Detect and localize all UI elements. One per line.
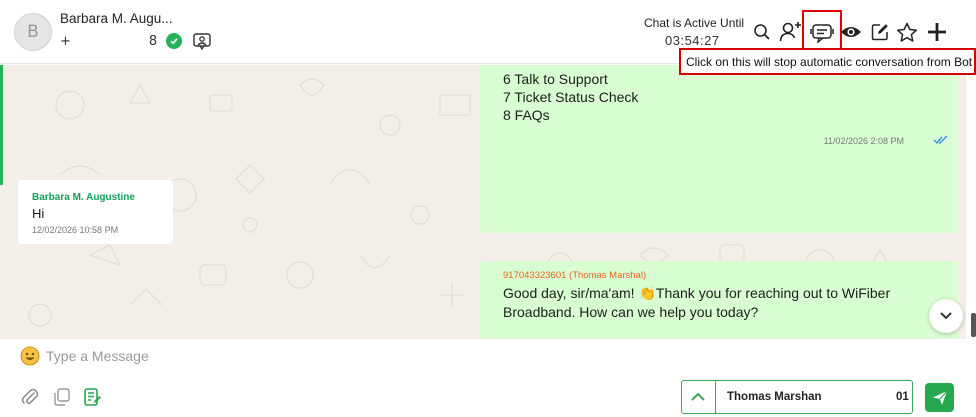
chat-window: B Barbara M. Augu... +8 Chat is Active U… [0,0,976,417]
stop-bot-tooltip: Click on this will stop automatic conver… [679,48,976,75]
chevron-down-icon [940,312,952,320]
contact-card-icon[interactable] [192,31,212,51]
bot-menu-message: 6 Talk to Support 7 Ticket Status Check … [480,65,958,233]
chevron-up-icon[interactable] [690,389,706,405]
session-timer: 03:54:27 [665,33,720,48]
attachment-icon[interactable] [20,387,40,407]
message-text: Good day, sir/ma'am! 👏Thank you for reac… [503,285,891,320]
message-input[interactable] [46,345,646,367]
eye-icon[interactable] [839,20,863,44]
message-timestamp: 11/02/2026 2:08 PM [823,136,904,146]
phone-prefix: + [60,34,71,49]
plus-icon[interactable] [925,20,949,44]
double-check-icon [933,135,948,145]
star-icon[interactable] [895,20,919,44]
verified-icon [166,33,182,49]
contact-phone: +8 [60,34,157,49]
edit-icon[interactable] [868,20,892,44]
send-button[interactable] [925,383,954,412]
agent-name: Thomas Marshan [727,391,822,403]
copy-template-icon[interactable] [52,387,72,407]
chat-left-accent [0,65,3,185]
message-list[interactable]: 6 Talk to Support 7 Ticket Status Check … [0,65,966,339]
message-composer: Thomas Marshan 01 [0,339,976,417]
assign-user-icon[interactable] [779,20,803,44]
notes-icon[interactable] [82,387,102,407]
greeting-message: 917043323601 (Thomas Marshal) Good day, … [480,261,958,339]
avatar[interactable]: B [14,13,52,51]
search-icon[interactable] [750,20,774,44]
menu-item: 8 FAQs [503,107,550,123]
phone-suffix: 8 [148,34,158,49]
agent-selector-divider [715,381,716,413]
message-sender: 917043323601 (Thomas Marshal) [503,270,647,281]
message-timestamp: 12/02/2026 10:58 PM [32,225,119,235]
message-sender: Barbara M. Augustine [32,192,135,203]
contact-name[interactable]: Barbara M. Augu... [60,11,173,26]
scrollbar-thumb[interactable] [971,313,976,337]
agent-number-suffix: 01 [896,391,909,403]
menu-item: 6 Talk to Support [503,71,608,87]
emoji-icon[interactable] [20,346,40,366]
menu-item: 7 Ticket Status Check [503,89,639,105]
agent-selector[interactable]: Thomas Marshan 01 [681,380,913,414]
incoming-message: Barbara M. Augustine Hi 12/02/2026 10:58… [18,180,173,244]
session-label: Chat is Active Until [644,16,745,30]
message-text: Hi [32,206,45,221]
stop-bot-icon[interactable] [810,20,834,44]
scroll-down-button[interactable] [929,299,963,333]
send-icon [932,390,947,405]
